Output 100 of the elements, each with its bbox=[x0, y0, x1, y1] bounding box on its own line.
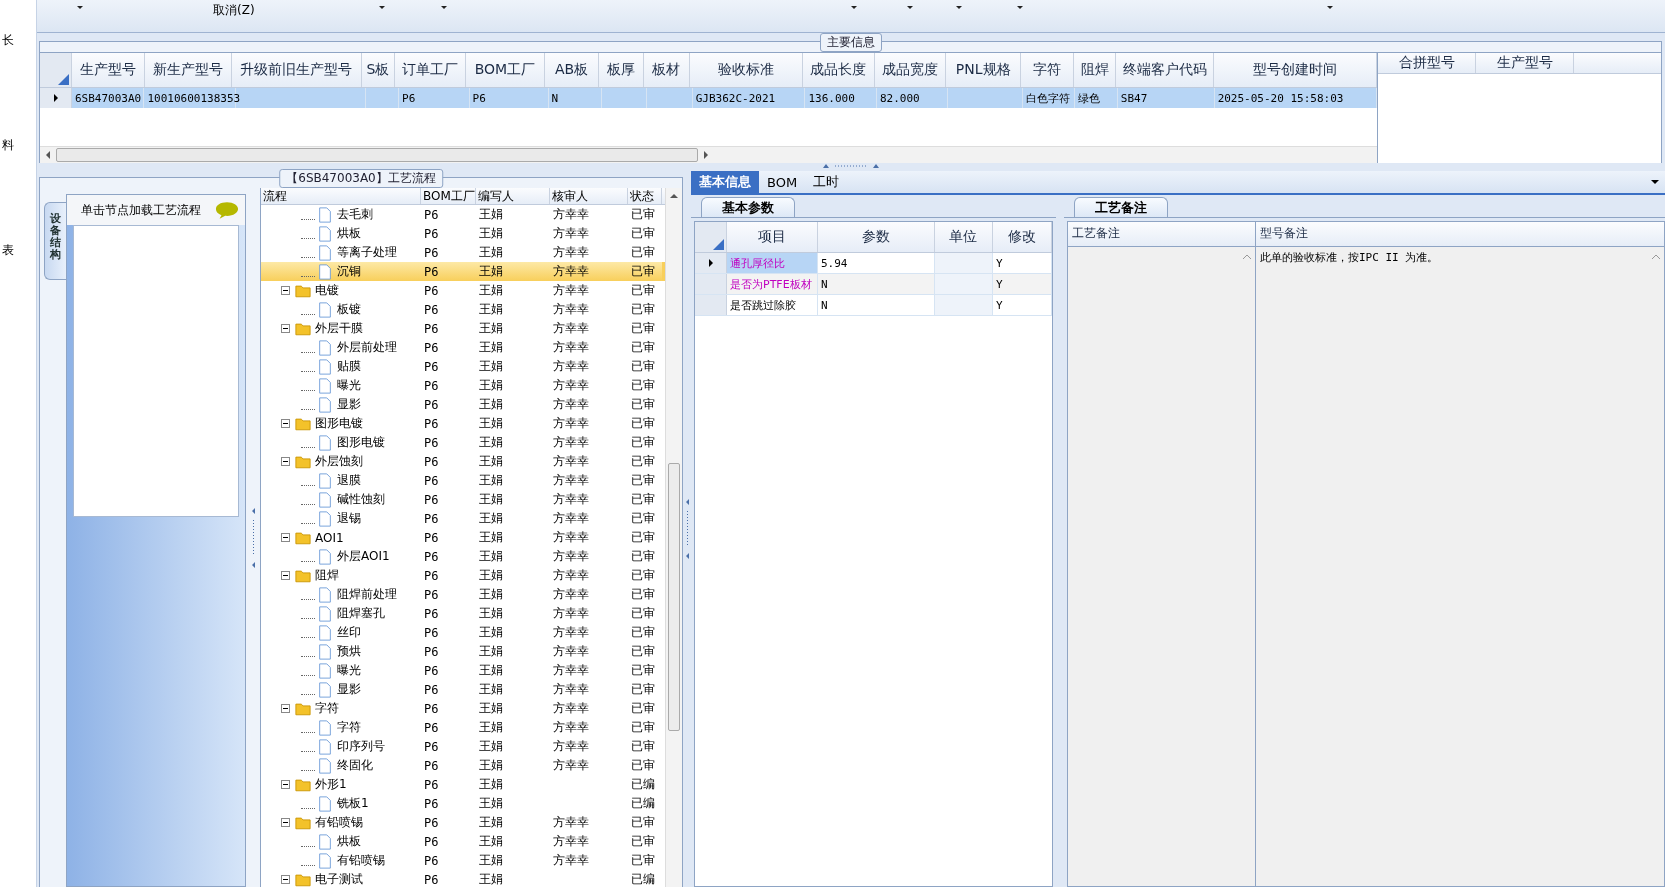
column-header[interactable]: 型号创建时间 bbox=[1213, 53, 1377, 87]
column-header[interactable]: 升级前旧生产型号 bbox=[231, 53, 362, 87]
tree-row[interactable]: 有铅喷锡 P6 王娟 方幸幸 已审 bbox=[261, 813, 665, 832]
tree-row[interactable]: 阻焊前处理 P6 王娟 方幸幸 已审 bbox=[261, 585, 665, 604]
tree-row[interactable]: 图形电镀 P6 王娟 方幸幸 已审 bbox=[261, 414, 665, 433]
column-header[interactable]: 成品宽度 bbox=[874, 53, 947, 87]
table-row[interactable]: 6SB47003A0 10010600138353 P6 P6 N GJB362C-2021 136.000 82.000 白色字符 绿色 SB47 2025-05-20 15:58:03 bbox=[40, 88, 1377, 108]
collapse-icon[interactable] bbox=[281, 571, 290, 580]
collapse-icon[interactable] bbox=[281, 818, 290, 827]
tab[interactable]: 工艺备注 bbox=[1074, 197, 1168, 217]
scroll-up-icon[interactable] bbox=[670, 194, 678, 198]
tab[interactable]: 工时 bbox=[805, 171, 848, 193]
scroll-left-icon[interactable] bbox=[46, 151, 50, 159]
tree-row[interactable]: 电镀 P6 王娟 方幸幸 已审 bbox=[261, 281, 665, 300]
table-row[interactable]: 是否跳过除胶 N Y bbox=[695, 295, 1052, 316]
tree-row[interactable]: 去毛刺 P6 王娟 方幸幸 已审 bbox=[261, 205, 665, 224]
column-header[interactable]: 参数 bbox=[817, 222, 935, 252]
column-header[interactable]: 生产型号 bbox=[72, 53, 145, 87]
vertical-tab[interactable]: 设备结构 bbox=[44, 202, 66, 280]
tab[interactable]: 基本参数 bbox=[701, 197, 795, 217]
collapse-icon[interactable] bbox=[281, 419, 290, 428]
tree-row[interactable]: 曝光 P6 王娟 方幸幸 已审 bbox=[261, 661, 665, 680]
tree-row[interactable]: 退膜 P6 王娟 方幸幸 已审 bbox=[261, 471, 665, 490]
scroll-right-icon[interactable] bbox=[704, 151, 708, 159]
tree-row[interactable]: 烘板 P6 王娟 方幸幸 已审 bbox=[261, 832, 665, 851]
caret-icon[interactable] bbox=[955, 6, 962, 9]
tab[interactable]: 基本信息 bbox=[691, 171, 759, 193]
menu-label[interactable]: 表 bbox=[0, 242, 36, 259]
cancel-button[interactable]: 取消(Z) bbox=[213, 2, 255, 19]
tree-row[interactable]: 贴膜 P6 王娟 方幸幸 已审 bbox=[261, 357, 665, 376]
dropdown-caret-icon[interactable] bbox=[1651, 180, 1659, 184]
text-area[interactable]: 此单的验收标准，按IPC II 为准。 bbox=[1256, 247, 1664, 886]
column-header[interactable]: BOM工厂 bbox=[421, 188, 476, 204]
tree-row[interactable]: 板镀 P6 王娟 方幸幸 已审 bbox=[261, 300, 665, 319]
splitter-handle-icon[interactable] bbox=[821, 163, 881, 169]
column-header[interactable]: 新生产型号 bbox=[144, 53, 232, 87]
column-header[interactable]: 验收标准 bbox=[689, 53, 803, 87]
tree-row[interactable]: 图形电镀 P6 王娟 方幸幸 已审 bbox=[261, 433, 665, 452]
column-header[interactable]: BOM工厂 bbox=[465, 53, 546, 87]
caret-icon[interactable] bbox=[77, 6, 83, 9]
tree-row[interactable]: 阻焊塞孔 P6 王娟 方幸幸 已审 bbox=[261, 604, 665, 623]
table-row[interactable]: 是否为PTFE板材 N Y bbox=[695, 274, 1052, 295]
collapse-icon[interactable] bbox=[281, 875, 290, 884]
column-header[interactable]: 板材 bbox=[644, 53, 690, 87]
column-header[interactable]: 项目 bbox=[727, 222, 818, 252]
tree-row[interactable]: 外层前处理 P6 王娟 方幸幸 已审 bbox=[261, 338, 665, 357]
tree-row[interactable]: 阻焊 P6 王娟 方幸幸 已审 bbox=[261, 566, 665, 585]
column-header[interactable]: 生产型号 bbox=[1476, 53, 1574, 73]
column-header[interactable]: 成品长度 bbox=[802, 53, 875, 87]
table-row[interactable]: 通孔厚径比 5.94 Y bbox=[695, 253, 1052, 274]
tree-row[interactable]: 烘板 P6 王娟 方幸幸 已审 bbox=[261, 224, 665, 243]
collapse-icon[interactable] bbox=[281, 704, 290, 713]
caret-icon[interactable] bbox=[850, 6, 857, 9]
column-header[interactable]: 流程 bbox=[261, 188, 421, 204]
column-header[interactable]: 终端客户代码 bbox=[1116, 53, 1214, 87]
tree-row[interactable]: 碱性蚀刻 P6 王娟 方幸幸 已审 bbox=[261, 490, 665, 509]
column-header[interactable]: 修改 bbox=[993, 222, 1052, 252]
column-header[interactable]: 单位 bbox=[934, 222, 993, 252]
caret-icon[interactable] bbox=[906, 6, 913, 9]
tab[interactable]: BOM bbox=[759, 171, 806, 193]
column-header[interactable]: 编写人 bbox=[476, 188, 550, 204]
splitter-handle-icon[interactable] bbox=[250, 507, 256, 568]
menu-label[interactable]: 长 bbox=[0, 32, 36, 49]
column-header[interactable]: 字符 bbox=[1021, 53, 1074, 87]
collapse-icon[interactable] bbox=[281, 457, 290, 466]
tree-row[interactable]: 退锡 P6 王娟 方幸幸 已审 bbox=[261, 509, 665, 528]
tree-row[interactable]: 显影 P6 王娟 方幸幸 已审 bbox=[261, 395, 665, 414]
collapse-icon[interactable] bbox=[281, 286, 290, 295]
tree-row[interactable]: 印序列号 P6 王娟 方幸幸 已审 bbox=[261, 737, 665, 756]
tree-row[interactable]: 预烘 P6 王娟 方幸幸 已审 bbox=[261, 642, 665, 661]
tree-row[interactable]: 显影 P6 王娟 方幸幸 已审 bbox=[261, 680, 665, 699]
tree-row[interactable]: 沉铜 P6 王娟 方幸幸 已审 bbox=[261, 262, 665, 281]
column-header[interactable]: PNL规格 bbox=[946, 53, 1021, 87]
tree-row[interactable]: AOI1 P6 王娟 方幸幸 已审 bbox=[261, 528, 665, 547]
caret-icon[interactable] bbox=[440, 6, 447, 9]
tree-row[interactable]: 字符 P6 王娟 方幸幸 已审 bbox=[261, 699, 665, 718]
tree-row[interactable]: 电子测试 P6 王娟 已编 bbox=[261, 870, 665, 887]
horizontal-scrollbar[interactable] bbox=[40, 146, 1377, 163]
column-header[interactable]: S板 bbox=[361, 53, 395, 87]
tree-row[interactable]: 有铅喷锡 P6 王娟 方幸幸 已审 bbox=[261, 851, 665, 870]
tree-row[interactable]: 丝印 P6 王娟 方幸幸 已审 bbox=[261, 623, 665, 642]
column-header[interactable]: 合拼型号 bbox=[1378, 53, 1476, 73]
vertical-scrollbar[interactable] bbox=[665, 188, 682, 887]
tree-row[interactable]: 外层AOI1 P6 王娟 方幸幸 已审 bbox=[261, 547, 665, 566]
tree-row[interactable]: 等离子处理 P6 王娟 方幸幸 已审 bbox=[261, 243, 665, 262]
tree-row[interactable]: 外层干膜 P6 王娟 方幸幸 已审 bbox=[261, 319, 665, 338]
tree-row[interactable]: 外形1 P6 王娟 已编 bbox=[261, 775, 665, 794]
caret-icon[interactable] bbox=[1016, 6, 1023, 9]
collapse-icon[interactable] bbox=[281, 533, 290, 542]
column-header[interactable]: 工艺备注 bbox=[1068, 222, 1256, 246]
collapse-icon[interactable] bbox=[281, 324, 290, 333]
column-header[interactable]: 核审人 bbox=[550, 188, 628, 204]
caret-icon[interactable] bbox=[1326, 6, 1333, 9]
menu-label[interactable]: 料 bbox=[0, 137, 36, 154]
collapse-icon[interactable] bbox=[281, 780, 290, 789]
tree-row[interactable]: 铣板1 P6 王娟 已编 bbox=[261, 794, 665, 813]
column-header[interactable]: 型号备注 bbox=[1256, 222, 1664, 246]
column-header[interactable]: AB板 bbox=[545, 53, 599, 87]
caret-icon[interactable] bbox=[378, 6, 385, 9]
tree-row[interactable]: 终固化 P6 王娟 方幸幸 已审 bbox=[261, 756, 665, 775]
